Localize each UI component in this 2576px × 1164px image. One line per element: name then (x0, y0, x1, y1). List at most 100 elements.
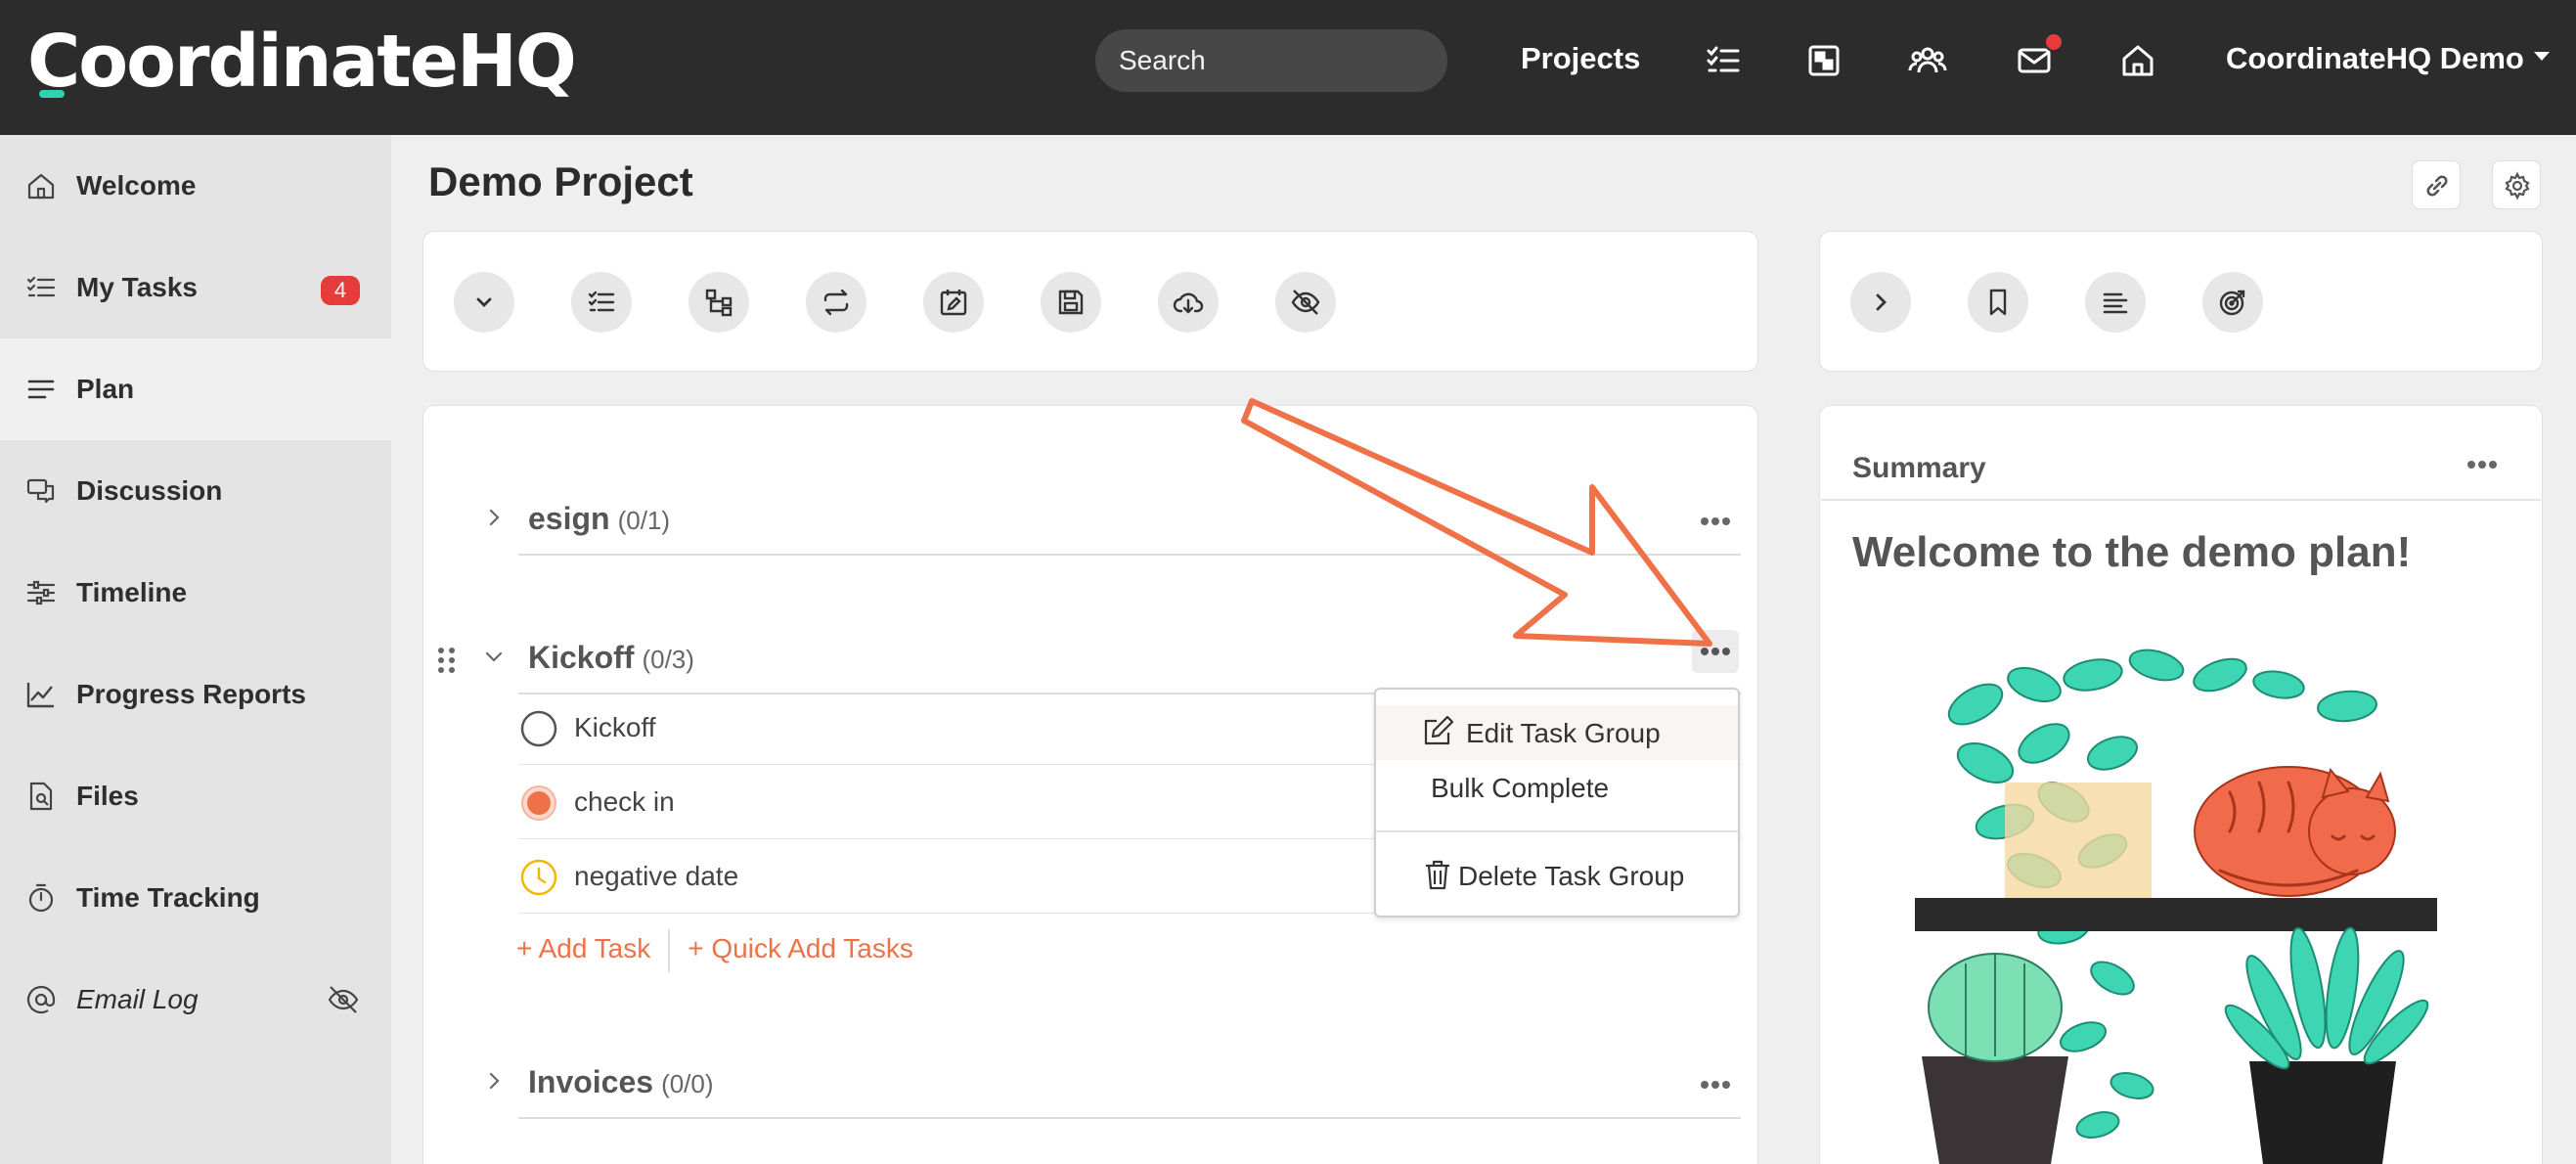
align-left-icon (2103, 292, 2128, 314)
sidebar-item-label: My Tasks (76, 272, 198, 302)
sidebar-item-label: Time Tracking (76, 882, 260, 913)
bookmark-button[interactable] (1968, 272, 2028, 333)
stopwatch-icon (25, 882, 57, 914)
board-icon[interactable] (1804, 41, 1843, 80)
projects-link[interactable]: Projects (1521, 41, 1640, 76)
cloud-download-icon (1173, 292, 1204, 314)
chevron-down-icon (476, 297, 492, 307)
trash-icon (1421, 858, 1454, 891)
eye-slash-icon (1291, 290, 1320, 315)
calendar-edit-icon (940, 290, 967, 316)
task-label: negative date (574, 861, 739, 891)
chevron-down-icon[interactable] (481, 644, 507, 669)
schedule-button[interactable] (923, 272, 984, 333)
drag-handle-icon[interactable] (436, 646, 458, 675)
target-icon (2219, 290, 2245, 316)
status-in-progress-icon[interactable] (520, 784, 557, 822)
sliders-icon (25, 577, 57, 608)
sidebar: Welcome My Tasks 4 Plan Discussion Timel… (0, 135, 391, 1164)
link-button[interactable] (2412, 160, 2461, 209)
search-input[interactable]: Search (1095, 29, 1447, 92)
hide-button[interactable] (1275, 272, 1336, 333)
group-title: esign (0/1) (528, 501, 670, 537)
tasks-icon (25, 272, 57, 303)
hierarchy-button[interactable] (688, 272, 749, 333)
group-count: (0/0) (661, 1069, 714, 1098)
task-label: Kickoff (574, 712, 656, 742)
expand-panel-button[interactable] (1850, 272, 1911, 333)
add-task-link[interactable]: + Add Task (516, 933, 650, 964)
tasks-icon[interactable] (1704, 41, 1743, 80)
sidebar-item-my-tasks[interactable]: My Tasks 4 (0, 237, 391, 338)
list-icon (25, 374, 57, 405)
menu-item-label: Bulk Complete (1431, 773, 1610, 803)
link-icon (2426, 175, 2448, 197)
more-icon[interactable] (1692, 1070, 1739, 1099)
caret-down-icon (2533, 52, 2550, 62)
bookmark-icon (1989, 289, 2007, 316)
sidebar-item-label: Timeline (76, 577, 188, 607)
user-menu[interactable]: CoordinateHQ Demo (2226, 41, 2550, 76)
summary-title: Summary (1852, 452, 1986, 484)
sidebar-item-progress-reports[interactable]: Progress Reports (0, 644, 391, 745)
sidebar-item-files[interactable]: Files (0, 745, 391, 847)
bulk-complete-item[interactable]: Bulk Complete (1376, 760, 1738, 815)
plan-toolbar (422, 231, 1758, 372)
sidebar-item-label: Files (76, 781, 139, 811)
group-name: esign (528, 501, 610, 536)
plants-cat-illustration (1915, 649, 2437, 1164)
clock-icon[interactable] (520, 859, 557, 896)
summary-heading: Welcome to the demo plan! (1852, 528, 2412, 576)
sidebar-item-timeline[interactable]: Timeline (0, 542, 391, 644)
chevron-right-icon[interactable] (481, 505, 507, 530)
menu-item-label: Delete Task Group (1458, 861, 1685, 891)
sidebar-item-plan[interactable]: Plan (0, 338, 391, 440)
people-icon[interactable] (1908, 41, 1947, 80)
group-title: Kickoff (0/3) (528, 640, 694, 676)
delete-task-group-item[interactable]: Delete Task Group (1376, 848, 1738, 903)
logo[interactable]: CoordinateHQ (27, 18, 577, 106)
divider (1821, 499, 2541, 501)
edit-icon (1421, 715, 1454, 748)
goal-button[interactable] (2202, 272, 2263, 333)
chevron-right-icon[interactable] (481, 1068, 507, 1094)
align-button[interactable] (2085, 272, 2146, 333)
save-icon (1058, 290, 1084, 315)
settings-button[interactable] (2492, 160, 2541, 209)
task-count-badge: 4 (321, 276, 360, 305)
chat-icon (25, 475, 57, 507)
chevron-right-icon (1876, 293, 1887, 311)
menu-item-label: Edit Task Group (1466, 718, 1661, 748)
collapse-all-button[interactable] (454, 272, 514, 333)
group-title: Invoices (0/0) (528, 1064, 714, 1100)
sidebar-item-discussion[interactable]: Discussion (0, 440, 391, 542)
checklist-icon (588, 291, 615, 312)
sidebar-item-label: Plan (76, 374, 135, 404)
hierarchy-icon (705, 289, 733, 317)
sidebar-item-email-log[interactable]: Email Log (0, 949, 391, 1051)
sidebar-item-time-tracking[interactable]: Time Tracking (0, 847, 391, 949)
checklist-button[interactable] (571, 272, 632, 333)
eye-slash-icon (327, 984, 360, 1015)
task-label: check in (574, 786, 675, 817)
home-icon[interactable] (2118, 41, 2157, 80)
sidebar-item-welcome[interactable]: Welcome (0, 135, 391, 237)
repeat-icon (823, 289, 849, 316)
download-button[interactable] (1158, 272, 1219, 333)
file-search-icon (25, 781, 57, 812)
quick-add-tasks-link[interactable]: + Quick Add Tasks (688, 933, 913, 964)
more-icon[interactable] (2459, 450, 2506, 479)
sidebar-item-label: Progress Reports (76, 679, 306, 709)
gear-icon (2505, 171, 2530, 201)
task-group-menu: Edit Task Group Bulk Complete Delete Tas… (1374, 688, 1740, 918)
save-button[interactable] (1041, 272, 1101, 333)
sidebar-item-label: Discussion (76, 475, 223, 506)
repeat-button[interactable] (806, 272, 866, 333)
edit-task-group-item[interactable]: Edit Task Group (1376, 705, 1738, 760)
task-group-invoices[interactable]: Invoices (0/0) (489, 1052, 1741, 1119)
top-bar: CoordinateHQ Search Projects CoordinateH… (0, 0, 2576, 135)
divider (1376, 830, 1738, 832)
status-open-icon[interactable] (520, 710, 557, 747)
group-name: Kickoff (528, 640, 635, 675)
chart-icon (25, 679, 57, 710)
